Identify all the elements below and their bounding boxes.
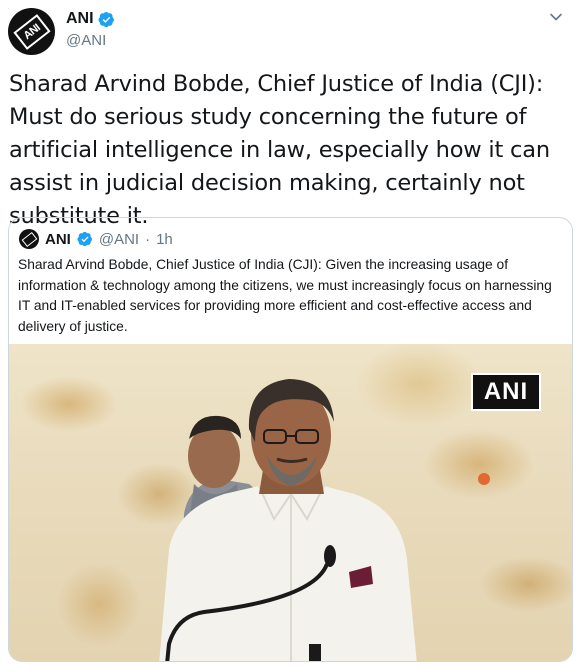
quoted-tweet-header: ANI @ANI · 1h bbox=[19, 228, 173, 250]
tweet-card: ANI ANI @ANI Sharad Arvind Bobde, Chief … bbox=[0, 0, 577, 669]
quoted-author-avatar bbox=[19, 229, 39, 249]
ani-watermark: ANI bbox=[471, 373, 541, 411]
quoted-author-name: ANI bbox=[45, 230, 71, 248]
quoted-timestamp: 1h bbox=[156, 230, 173, 248]
quoted-tweet-text: Sharad Arvind Bobde, Chief Justice of In… bbox=[18, 257, 552, 334]
ani-logo bbox=[21, 231, 37, 247]
quoted-separator: · bbox=[145, 230, 151, 248]
quoted-media-image[interactable]: ANI bbox=[9, 344, 572, 661]
author-avatar[interactable]: ANI bbox=[8, 8, 55, 55]
ani-watermark-text: ANI bbox=[483, 378, 529, 405]
quoted-author-handle: @ANI bbox=[98, 230, 140, 248]
verified-badge-icon bbox=[77, 231, 92, 247]
author-handle[interactable]: @ANI bbox=[66, 32, 106, 49]
verified-badge-icon bbox=[98, 11, 114, 27]
author-name[interactable]: ANI bbox=[66, 10, 115, 28]
tweet-text: Sharad Arvind Bobde, Chief Justice of In… bbox=[9, 71, 550, 229]
quoted-tweet[interactable]: ANI @ANI · 1h Sharad Arvind Bobde, Chief… bbox=[8, 217, 573, 662]
avatar-logo-text: ANI bbox=[20, 21, 43, 42]
author-name-text: ANI bbox=[66, 10, 94, 27]
ani-logo: ANI bbox=[12, 13, 51, 50]
chevron-down-icon[interactable] bbox=[549, 10, 563, 24]
